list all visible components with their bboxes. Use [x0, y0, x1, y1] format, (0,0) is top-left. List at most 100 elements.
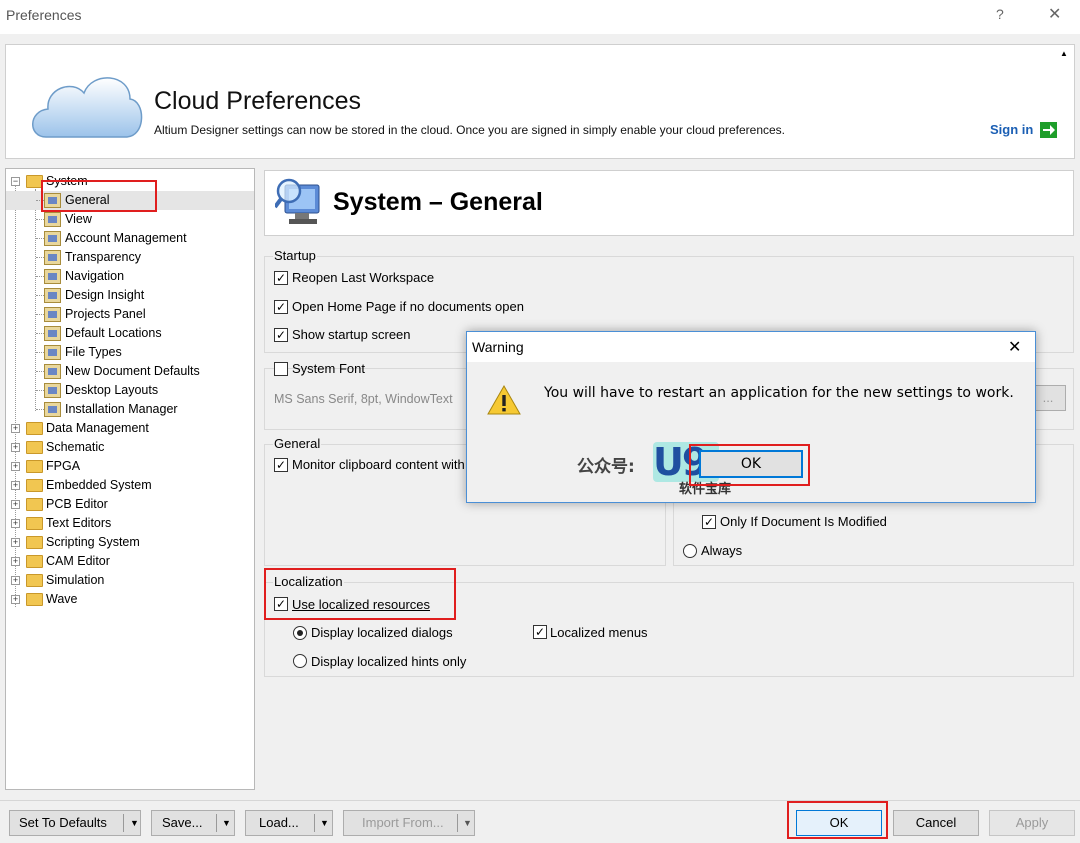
show-startup-screen-label: Show startup screen: [292, 327, 411, 342]
tree-item-account-management[interactable]: Account Management: [6, 229, 254, 248]
watermark-text: 公众号:: [577, 457, 635, 477]
tree-item-transparency[interactable]: Transparency: [6, 248, 254, 267]
open-home-page-checkbox[interactable]: ✓: [274, 300, 288, 314]
display-localized-dialogs-radio[interactable]: [293, 626, 307, 640]
cancel-button[interactable]: Cancel: [893, 810, 979, 836]
cloud-title: Cloud Preferences: [154, 87, 362, 115]
folder-icon: [26, 536, 43, 549]
tree-item-pcb-editor[interactable]: + PCB Editor: [6, 495, 254, 514]
tree-item-projects-panel[interactable]: Projects Panel: [6, 305, 254, 324]
reopen-workspace-label: Reopen Last Workspace: [292, 270, 435, 285]
dropdown-arrow-icon[interactable]: ▼: [320, 811, 329, 835]
save-button[interactable]: Save... ▼: [151, 810, 235, 836]
footer-divider: [0, 800, 1080, 801]
localized-menus-checkbox[interactable]: ✓: [533, 625, 547, 639]
expand-icon[interactable]: +: [11, 519, 20, 528]
page-header: System – General: [264, 170, 1074, 236]
expand-icon[interactable]: +: [11, 595, 20, 604]
general-label: General: [273, 436, 322, 451]
expand-icon[interactable]: +: [11, 557, 20, 566]
only-if-modified-label: Only If Document Is Modified: [720, 514, 887, 529]
dialog-close-icon[interactable]: ✕: [1008, 337, 1021, 357]
localized-menus-label: Localized menus: [550, 625, 648, 640]
page-icon: [44, 307, 61, 322]
tree-item-data-management[interactable]: + Data Management: [6, 419, 254, 438]
folder-icon: [26, 498, 43, 511]
tree-item-scripting-system[interactable]: + Scripting System: [6, 533, 254, 552]
folder-icon: [26, 441, 43, 454]
close-icon[interactable]: ✕: [1048, 4, 1061, 24]
expand-icon[interactable]: +: [11, 462, 20, 471]
open-home-page-label: Open Home Page if no documents open: [292, 299, 524, 314]
tree-item-schematic[interactable]: + Schematic: [6, 438, 254, 457]
always-radio[interactable]: [683, 544, 697, 558]
dropdown-arrow-icon[interactable]: ▼: [463, 811, 472, 835]
highlight-ok: [787, 801, 888, 839]
folder-icon: [26, 574, 43, 587]
sign-in-arrow-icon[interactable]: [1040, 122, 1057, 138]
warning-icon: [487, 384, 521, 415]
cloud-icon: [32, 77, 143, 138]
page-icon: [44, 288, 61, 303]
save-label: Save...: [162, 815, 203, 830]
tree-item-installation-manager[interactable]: Installation Manager: [6, 400, 254, 419]
tree-item-simulation[interactable]: + Simulation: [6, 571, 254, 590]
expand-icon[interactable]: +: [11, 424, 20, 433]
page-icon: [44, 383, 61, 398]
import-from-button[interactable]: Import From... ▼: [343, 810, 475, 836]
dropdown-arrow-icon[interactable]: ▼: [222, 811, 231, 835]
highlight-general: [41, 180, 157, 212]
expand-icon[interactable]: +: [11, 443, 20, 452]
tree-item-wave[interactable]: + Wave: [6, 590, 254, 609]
load-button[interactable]: Load... ▼: [245, 810, 333, 836]
sign-in-link[interactable]: Sign in: [990, 122, 1033, 137]
page-icon: [44, 402, 61, 417]
expand-icon[interactable]: +: [11, 538, 20, 547]
tree-item-new-document-defaults[interactable]: New Document Defaults: [6, 362, 254, 381]
page-icon: [44, 231, 61, 246]
folder-icon: [26, 517, 43, 530]
title-bar: Preferences ? ✕: [0, 0, 1080, 34]
monitor-clipboard-checkbox[interactable]: ✓: [274, 458, 288, 472]
display-localized-hints-radio[interactable]: [293, 654, 307, 668]
set-to-defaults-label: Set To Defaults: [19, 815, 107, 830]
tree-item-fpga[interactable]: + FPGA: [6, 457, 254, 476]
tree-item-text-editors[interactable]: + Text Editors: [6, 514, 254, 533]
only-if-modified-checkbox[interactable]: ✓: [702, 515, 716, 529]
tree-item-cam-editor[interactable]: + CAM Editor: [6, 552, 254, 571]
tree-item-view[interactable]: View: [6, 210, 254, 229]
apply-button[interactable]: Apply: [989, 810, 1075, 836]
tree-item-default-locations[interactable]: Default Locations: [6, 324, 254, 343]
dropdown-arrow-icon[interactable]: ▼: [130, 811, 139, 835]
cloud-description: Altium Designer settings can now be stor…: [154, 123, 786, 137]
tree-item-file-types[interactable]: File Types: [6, 343, 254, 362]
scroll-up-icon[interactable]: ▲: [1060, 49, 1068, 58]
expand-icon[interactable]: +: [11, 481, 20, 490]
folder-icon: [26, 460, 43, 473]
tree-item-navigation[interactable]: Navigation: [6, 267, 254, 286]
folder-icon: [26, 593, 43, 606]
collapse-icon[interactable]: −: [11, 177, 20, 186]
expand-icon[interactable]: +: [11, 576, 20, 585]
folder-icon: [26, 422, 43, 435]
display-localized-dialogs-label: Display localized dialogs: [311, 625, 453, 640]
page-icon: [44, 212, 61, 227]
tree-item-desktop-layouts[interactable]: Desktop Layouts: [6, 381, 254, 400]
tree-item-embedded-system[interactable]: + Embedded System: [6, 476, 254, 495]
tree-item-design-insight[interactable]: Design Insight: [6, 286, 254, 305]
always-label: Always: [701, 543, 743, 558]
page-icon: [44, 345, 61, 360]
cloud-preferences-panel: Cloud Preferences Altium Designer settin…: [5, 44, 1075, 159]
page-icon: [44, 364, 61, 379]
folder-icon: [26, 479, 43, 492]
show-startup-screen-checkbox[interactable]: ✓: [274, 328, 288, 342]
page-title: System – General: [333, 188, 543, 216]
window-title: Preferences: [6, 7, 82, 23]
reopen-workspace-checkbox[interactable]: ✓: [274, 271, 288, 285]
page-icon: [44, 326, 61, 341]
set-to-defaults-button[interactable]: Set To Defaults ▼: [9, 810, 141, 836]
system-font-checkbox[interactable]: [274, 362, 288, 376]
help-icon[interactable]: ?: [996, 6, 1004, 22]
startup-label: Startup: [273, 248, 317, 263]
expand-icon[interactable]: +: [11, 500, 20, 509]
